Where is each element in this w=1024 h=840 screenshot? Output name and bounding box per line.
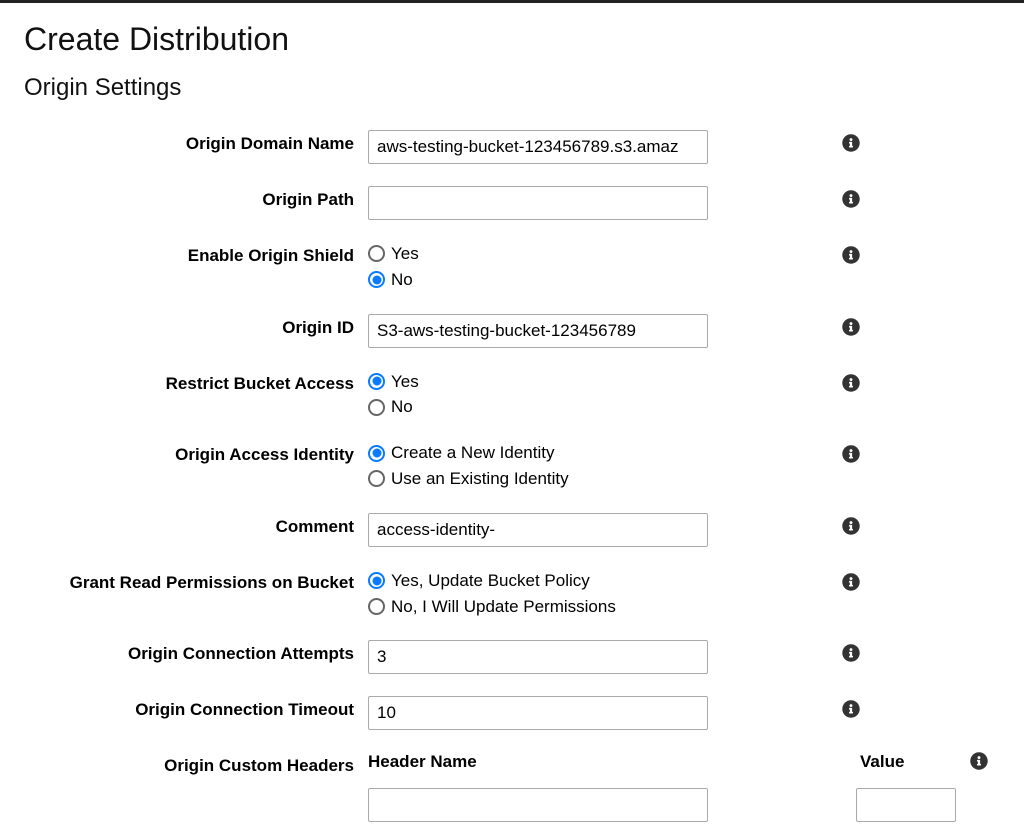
radio-label: No xyxy=(391,395,413,419)
restrict-bucket-access-row: Restrict Bucket Access Yes No xyxy=(24,370,1000,420)
info-icon[interactable] xyxy=(842,700,860,723)
grant-read-permissions-yes-option[interactable]: Yes, Update Bucket Policy xyxy=(368,569,708,593)
origin-access-identity-row: Origin Access Identity Create a New Iden… xyxy=(24,441,1000,491)
radio-label: No xyxy=(391,268,413,292)
info-icon[interactable] xyxy=(842,246,860,269)
enable-origin-shield-label: Enable Origin Shield xyxy=(24,242,354,266)
info-icon[interactable] xyxy=(842,374,860,397)
grant-read-permissions-yes-radio[interactable] xyxy=(368,572,385,589)
origin-connection-timeout-label: Origin Connection Timeout xyxy=(24,696,354,720)
radio-label: Yes xyxy=(391,370,419,394)
info-icon[interactable] xyxy=(842,134,860,157)
restrict-bucket-access-yes-radio[interactable] xyxy=(368,373,385,390)
origin-id-label: Origin ID xyxy=(24,314,354,338)
enable-origin-shield-no-option[interactable]: No xyxy=(368,268,708,292)
enable-origin-shield-no-radio[interactable] xyxy=(368,271,385,288)
origin-access-identity-create-option[interactable]: Create a New Identity xyxy=(368,441,708,465)
info-icon[interactable] xyxy=(842,190,860,213)
header-value-input[interactable] xyxy=(856,788,956,822)
restrict-bucket-access-no-radio[interactable] xyxy=(368,399,385,416)
origin-access-identity-use-option[interactable]: Use an Existing Identity xyxy=(368,467,708,491)
origin-connection-attempts-row: Origin Connection Attempts xyxy=(24,640,1000,674)
section-title: Origin Settings xyxy=(24,74,1000,102)
radio-label: Use an Existing Identity xyxy=(391,467,569,491)
radio-label: Yes, Update Bucket Policy xyxy=(391,569,590,593)
comment-label: Comment xyxy=(24,513,354,537)
value-column-title: Value xyxy=(856,752,956,772)
grant-read-permissions-label: Grant Read Permissions on Bucket xyxy=(24,569,354,593)
enable-origin-shield-yes-radio[interactable] xyxy=(368,245,385,262)
info-icon[interactable] xyxy=(842,318,860,341)
enable-origin-shield-yes-option[interactable]: Yes xyxy=(368,242,708,266)
origin-custom-headers-row: Origin Custom Headers Header Name Value xyxy=(24,752,1000,822)
origin-path-label: Origin Path xyxy=(24,186,354,210)
header-name-column-title: Header Name xyxy=(368,752,708,772)
restrict-bucket-access-label: Restrict Bucket Access xyxy=(24,370,354,394)
header-name-input[interactable] xyxy=(368,788,708,822)
comment-row: Comment xyxy=(24,513,1000,547)
origin-access-identity-use-radio[interactable] xyxy=(368,470,385,487)
restrict-bucket-access-yes-option[interactable]: Yes xyxy=(368,370,708,394)
info-icon[interactable] xyxy=(842,445,860,468)
origin-domain-name-label: Origin Domain Name xyxy=(24,130,354,154)
info-icon[interactable] xyxy=(842,644,860,667)
restrict-bucket-access-no-option[interactable]: No xyxy=(368,395,708,419)
origin-connection-timeout-input[interactable] xyxy=(368,696,708,730)
origin-connection-timeout-row: Origin Connection Timeout xyxy=(24,696,1000,730)
radio-label: No, I Will Update Permissions xyxy=(391,595,616,619)
radio-label: Yes xyxy=(391,242,419,266)
grant-read-permissions-no-option[interactable]: No, I Will Update Permissions xyxy=(368,595,708,619)
origin-id-input[interactable] xyxy=(368,314,708,348)
origin-custom-headers-label: Origin Custom Headers xyxy=(24,752,354,776)
origin-connection-attempts-label: Origin Connection Attempts xyxy=(24,640,354,664)
radio-label: Create a New Identity xyxy=(391,441,554,465)
origin-domain-name-row: Origin Domain Name xyxy=(24,130,1000,164)
origin-domain-name-input[interactable] xyxy=(368,130,708,164)
info-icon[interactable] xyxy=(842,517,860,540)
origin-access-identity-create-radio[interactable] xyxy=(368,445,385,462)
enable-origin-shield-row: Enable Origin Shield Yes No xyxy=(24,242,1000,292)
info-icon[interactable] xyxy=(842,573,860,596)
origin-access-identity-label: Origin Access Identity xyxy=(24,441,354,465)
origin-settings-form: Origin Domain Name Origin Path Enable Or… xyxy=(24,130,1000,822)
origin-id-row: Origin ID xyxy=(24,314,1000,348)
page-title: Create Distribution xyxy=(24,21,1000,58)
origin-connection-attempts-input[interactable] xyxy=(368,640,708,674)
origin-path-input[interactable] xyxy=(368,186,708,220)
origin-path-row: Origin Path xyxy=(24,186,1000,220)
comment-input[interactable] xyxy=(368,513,708,547)
grant-read-permissions-no-radio[interactable] xyxy=(368,598,385,615)
grant-read-permissions-row: Grant Read Permissions on Bucket Yes, Up… xyxy=(24,569,1000,619)
info-icon[interactable] xyxy=(970,757,988,774)
